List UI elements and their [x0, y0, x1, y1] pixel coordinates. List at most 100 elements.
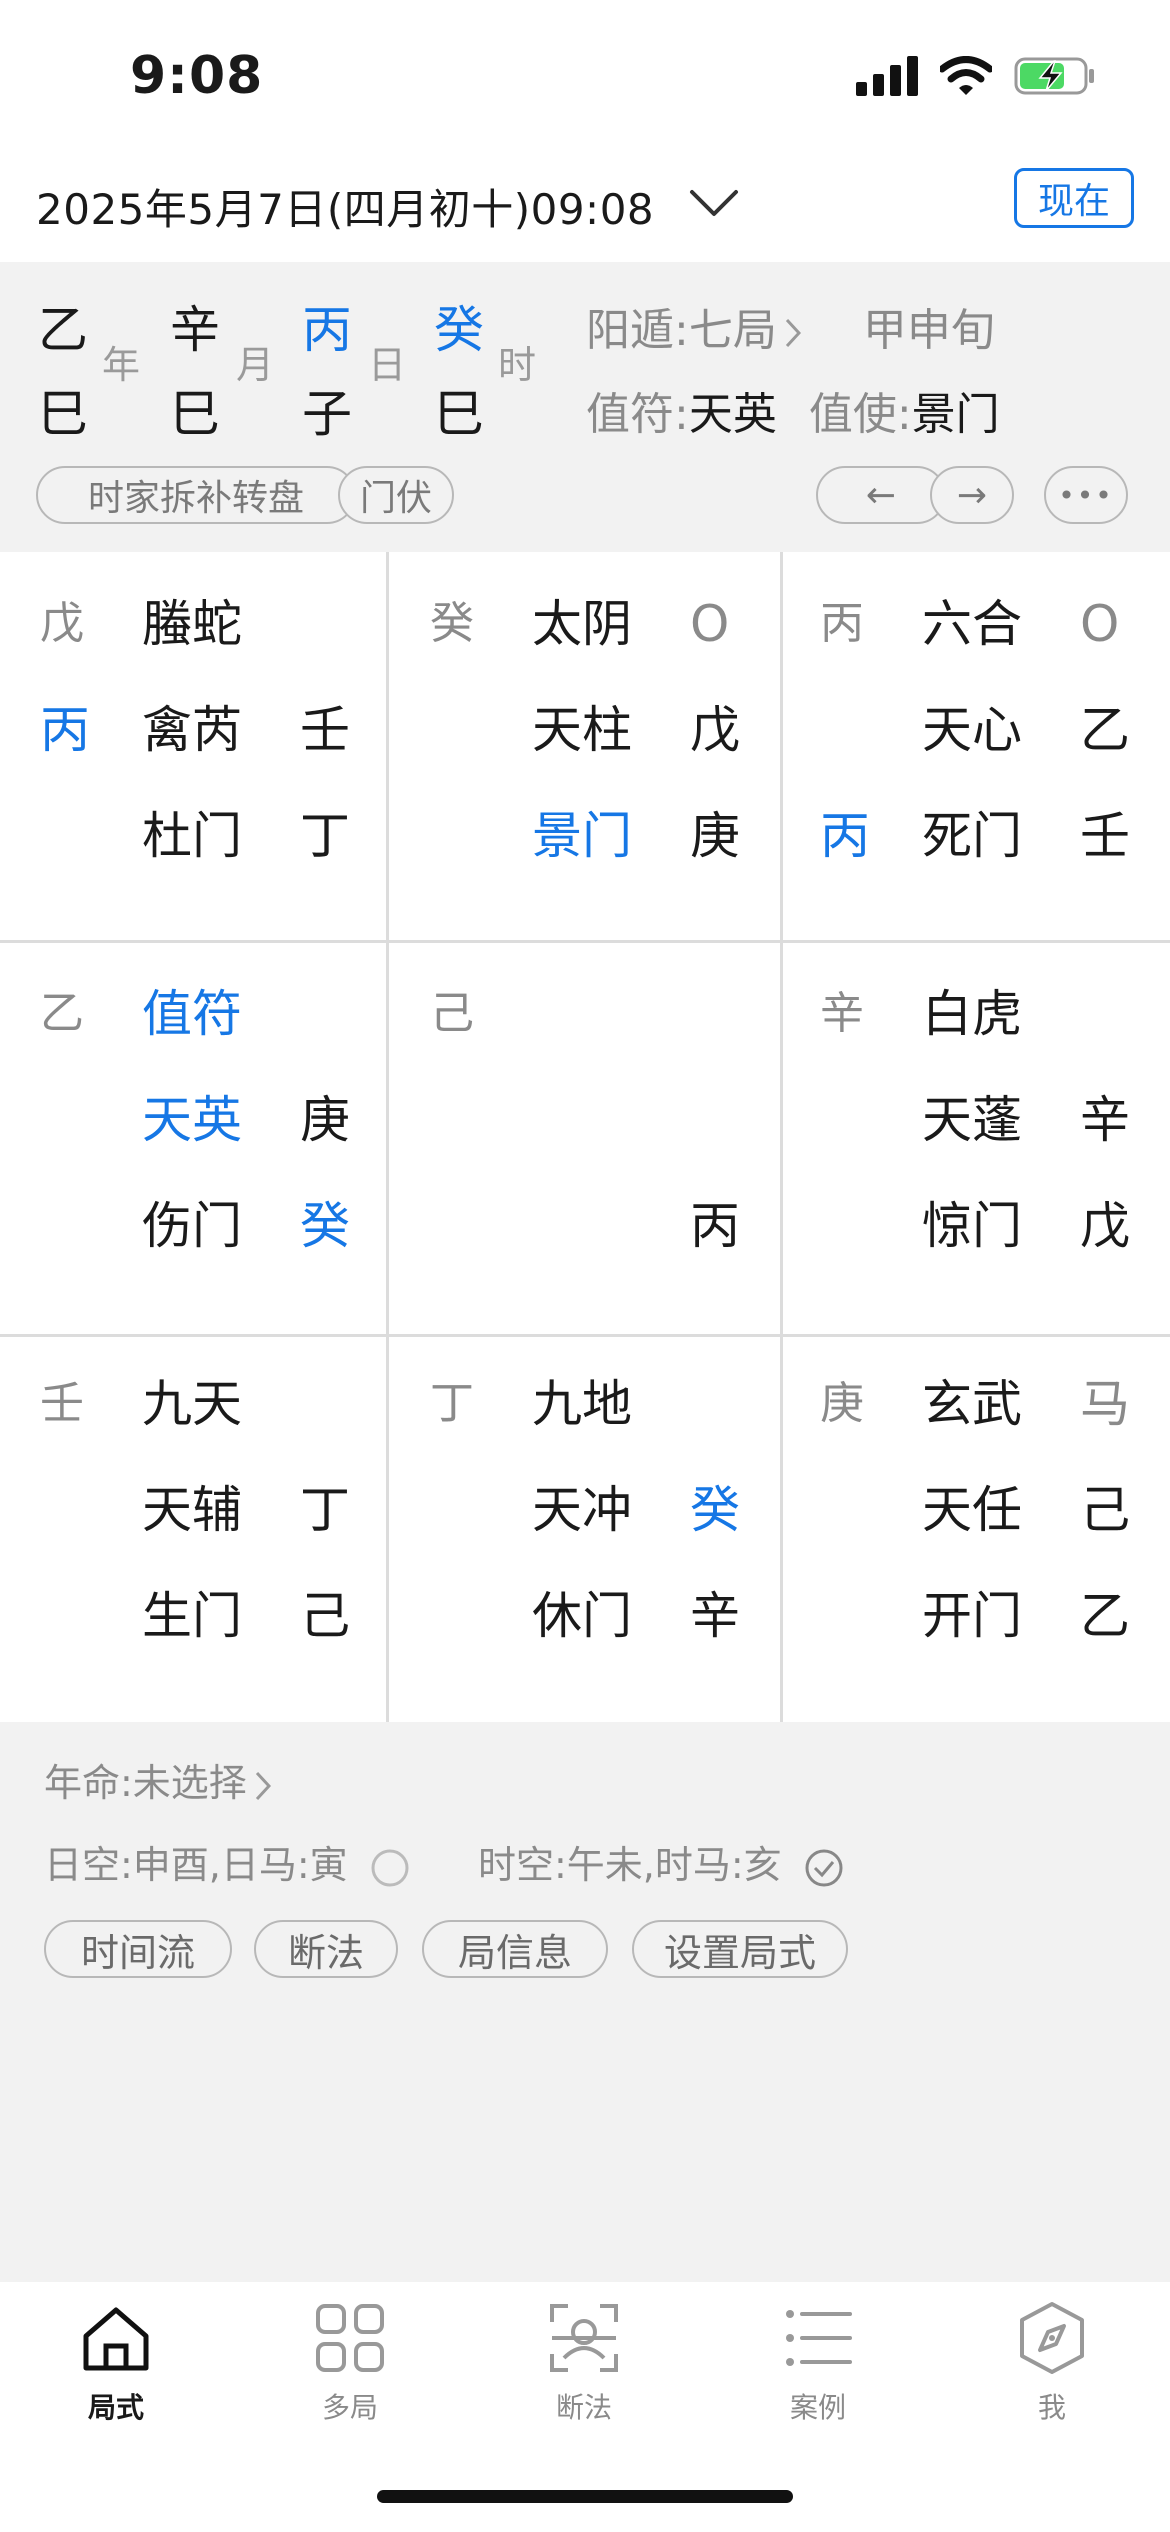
status-time: 9:08: [130, 46, 264, 106]
palace-earth-stem: 丁: [430, 1378, 474, 1429]
day-stem: 丙: [302, 301, 352, 359]
rikong-line: 日空:申酉,日马:寅: [44, 1834, 410, 1889]
arrow-right-icon: →: [956, 474, 988, 516]
tab-label: 多局: [321, 2391, 378, 2424]
palace-cell[interactable]: 戊丙螣蛇 禽芮 杜门壬丁: [0, 552, 390, 942]
tab-jushi[interactable]: 局式: [36, 2300, 196, 2426]
tab-label: 断法: [555, 2391, 612, 2424]
palace-star: 天心: [922, 701, 1022, 759]
prev-arrow-button[interactable]: ←: [816, 466, 946, 524]
palace-earth-stem-right: 戊: [1080, 1197, 1130, 1255]
palace-god: 太阴: [532, 595, 632, 653]
palace-cell[interactable]: 丁 九地 天冲 休门癸辛: [390, 1332, 780, 1722]
palace-heaven-stem: 乙: [1080, 701, 1130, 759]
tab-anli[interactable]: 案例: [738, 2300, 898, 2426]
ju-info-button[interactable]: 局信息: [422, 1920, 608, 1978]
palace-door: 死门: [922, 807, 1022, 865]
ju-link[interactable]: 阳遁:七局: [586, 305, 777, 356]
palace-cell[interactable]: 己丙: [390, 942, 780, 1332]
tab-label: 我: [1037, 2391, 1066, 2424]
method-pill[interactable]: 时家拆补转盘: [36, 466, 356, 524]
shikong-line: 时空:午未,时马:亥: [478, 1834, 844, 1889]
year-pillar: 乙 巳: [38, 288, 88, 456]
more-button[interactable]: •••: [1044, 466, 1128, 524]
zhifu-line: 值符:天英 值使:景门: [586, 378, 1000, 442]
header: 2025年5月7日(四月初十)09:08 现在: [0, 150, 1170, 262]
grid-icon: [316, 2304, 384, 2372]
hour-label: 时: [498, 343, 537, 387]
palace-cell[interactable]: 乙 值符 天英 伤门庚癸: [0, 942, 390, 1332]
palace-heaven-stem: 己: [1080, 1481, 1130, 1539]
compass-icon: [1020, 2302, 1084, 2374]
palace-god: 白虎: [922, 985, 1022, 1043]
palace-earth-stem-right: 乙: [1080, 1587, 1130, 1645]
palace-cell[interactable]: 辛白虎 天蓬 惊门辛戊: [780, 942, 1170, 1332]
palace-earth-stem-right: 丁: [300, 807, 350, 865]
day-pillar: 丙 子: [302, 288, 352, 456]
palace-earth-stem-right: 丙: [690, 1197, 740, 1255]
palace-door: 开门: [922, 1587, 1022, 1645]
palace-marker: 马: [1080, 1375, 1130, 1433]
wifi-icon: [940, 56, 992, 95]
palace-earth-stem: 辛: [820, 988, 864, 1039]
palace-heaven-stem: 庚: [300, 1091, 350, 1149]
palace-heaven-stem: 壬: [300, 701, 350, 759]
zhifu-value: 天英: [688, 389, 777, 440]
set-ju-button[interactable]: 设置局式: [632, 1920, 848, 1978]
chevron-down-icon[interactable]: [688, 186, 740, 222]
year-stem: 乙: [38, 301, 88, 359]
palace-star: 天英: [142, 1091, 242, 1149]
tab-me[interactable]: 我: [972, 2300, 1132, 2426]
zhishi-value: 景门: [911, 389, 1000, 440]
palace-cell[interactable]: 丙丙六合 天心 死门 O 乙壬: [780, 552, 1170, 942]
palace-door: 休门: [532, 1587, 632, 1645]
palace-cell[interactable]: 庚 玄武 天任 开门 马己乙: [780, 1332, 1170, 1722]
home-indicator[interactable]: [377, 2490, 793, 2503]
palace-earth-stem: 乙: [40, 988, 84, 1039]
hour-pillar: 癸 巳: [434, 288, 484, 456]
palace-star: 天蓬: [922, 1091, 1022, 1149]
year-branch: 巳: [38, 385, 88, 443]
duanfa-button[interactable]: 断法: [254, 1920, 398, 1978]
menfu-pill[interactable]: 门伏: [338, 466, 454, 524]
palace-earth-stem: 丙: [820, 598, 864, 649]
tab-duanfa[interactable]: 断法: [504, 2300, 664, 2426]
date-selector[interactable]: 2025年5月7日(四月初十)09:08: [36, 176, 654, 237]
next-arrow-button[interactable]: →: [930, 466, 1014, 524]
tab-duoju[interactable]: 多局: [270, 2300, 430, 2426]
time-flow-button[interactable]: 时间流: [44, 1920, 232, 1978]
nianming-text: 年命:未选择: [44, 1761, 247, 1805]
nianming-selector[interactable]: 年命:未选择: [44, 1752, 271, 1807]
palace-heaven-stem: 丁: [300, 1481, 350, 1539]
radio-unchecked-icon[interactable]: [370, 1848, 410, 1888]
month-stem: 辛: [170, 301, 220, 359]
chevron-right-icon: [255, 1771, 271, 1800]
palace-earth-stem-right: 癸: [300, 1197, 350, 1255]
arrow-left-icon: ←: [865, 474, 897, 516]
palace-cell[interactable]: 癸 太阴 天柱 景门 O 戊庚: [390, 552, 780, 942]
chart-info-panel: 乙 巳 年 辛 巳 月 丙 子 日 癸 巳 时 阳遁:七局 甲申旬 值符:天英 …: [0, 262, 1170, 552]
day-branch: 子: [302, 385, 352, 443]
palace-earth-stem: 庚: [820, 1378, 864, 1429]
palace-earth-stem: 壬: [40, 1378, 84, 1429]
check-circle-icon[interactable]: [804, 1848, 844, 1888]
palace-cell[interactable]: 壬 九天 天辅 生门丁己: [0, 1332, 390, 1722]
palace-door: 生门: [142, 1587, 242, 1645]
hour-stem: 癸: [434, 301, 484, 359]
palace-door: 伤门: [142, 1197, 242, 1255]
palace-star: 禽芮: [142, 701, 242, 759]
palace-earth-stem: 己: [430, 988, 474, 1039]
month-label: 月: [236, 343, 275, 387]
now-button[interactable]: 现在: [1014, 168, 1134, 228]
status-bar: 9:08: [0, 0, 1170, 150]
palace-heaven-stem: 戊: [690, 701, 740, 759]
hour-branch: 巳: [434, 385, 484, 443]
palace-god: 六合: [922, 595, 1022, 653]
palace-heaven-stem: 辛: [1080, 1091, 1130, 1149]
home-icon: [83, 2307, 149, 2371]
year-label: 年: [102, 343, 141, 387]
palace-god: 玄武: [922, 1375, 1022, 1433]
tab-label: 案例: [789, 2391, 846, 2424]
ju-line: 阳遁:七局 甲申旬: [586, 294, 995, 358]
cellular-signal-icon: [856, 56, 918, 96]
